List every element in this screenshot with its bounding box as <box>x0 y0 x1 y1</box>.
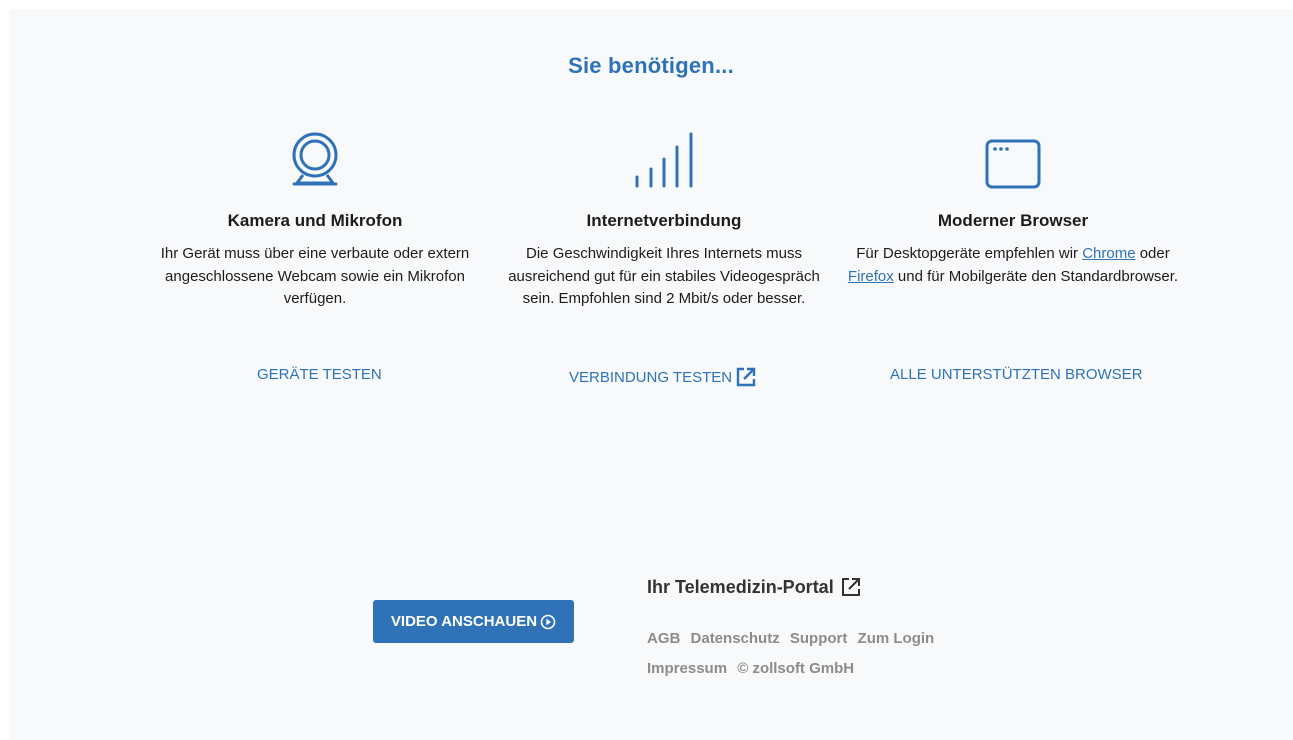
portal-title-link[interactable]: Ihr Telemedizin-Portal <box>647 576 940 598</box>
requirement-browser: Moderner Browser Für Desktopgeräte empfe… <box>843 125 1183 288</box>
external-link-icon <box>841 578 860 596</box>
footer-links: AGB Datenschutz Support Zum Login Impres… <box>647 624 940 684</box>
page: Sie benötigen... Kamera und Mikrofon Ihr… <box>9 9 1293 740</box>
requirement-description: Die Geschwindigkeit Ihres Internets muss… <box>508 245 820 307</box>
requirement-description: Ihr Gerät muss über eine verbaute oder e… <box>160 245 470 307</box>
login-link[interactable]: Zum Login <box>858 630 935 647</box>
requirement-camera: Kamera und Mikrofon Ihr Gerät muss über … <box>145 125 485 311</box>
requirement-title: Internetverbindung <box>586 211 742 230</box>
requirement-description: Für Desktopgeräte empfehlen wir Chrome o… <box>847 245 1179 285</box>
privacy-link[interactable]: Datenschutz <box>691 630 780 647</box>
chrome-link[interactable]: Chrome <box>1082 245 1135 262</box>
test-devices-label: GERÄTE TESTEN <box>257 366 382 383</box>
firefox-link[interactable]: Firefox <box>848 268 894 285</box>
supported-browsers-label: ALLE UNTERSTÜTZTEN BROWSER <box>890 366 1143 383</box>
requirement-title: Moderner Browser <box>937 211 1089 230</box>
signal-icon <box>635 132 693 188</box>
external-link-icon <box>736 367 756 387</box>
webcam-icon <box>292 132 338 186</box>
copyright: © zollsoft GmbH <box>737 660 855 677</box>
imprint-link[interactable]: Impressum <box>647 660 727 677</box>
browser-window-icon <box>985 139 1041 189</box>
support-link[interactable]: Support <box>790 630 848 647</box>
agb-link[interactable]: AGB <box>647 630 680 647</box>
watch-video-button[interactable]: VIDEO ANSCHAUEN <box>373 600 574 643</box>
requirement-internet: Internetverbindung Die Geschwindigkeit I… <box>494 125 834 311</box>
watch-video-label: VIDEO ANSCHAUEN <box>390 613 538 630</box>
play-circle-icon <box>540 614 556 629</box>
requirement-title: Kamera und Mikrofon <box>227 211 403 230</box>
test-connection-label: VERBINDUNG TESTEN <box>569 368 733 386</box>
test-devices-link[interactable]: GERÄTE TESTEN <box>257 366 382 383</box>
portal-footer: Ihr Telemedizin-Portal AGB Datenschutz S… <box>647 576 940 684</box>
page-heading: Sie benötigen... <box>568 53 734 78</box>
portal-title: Ihr Telemedizin-Portal <box>647 576 834 597</box>
supported-browsers-link[interactable]: ALLE UNTERSTÜTZTEN BROWSER <box>890 366 1143 383</box>
test-connection-link[interactable]: VERBINDUNG TESTEN <box>569 366 757 388</box>
